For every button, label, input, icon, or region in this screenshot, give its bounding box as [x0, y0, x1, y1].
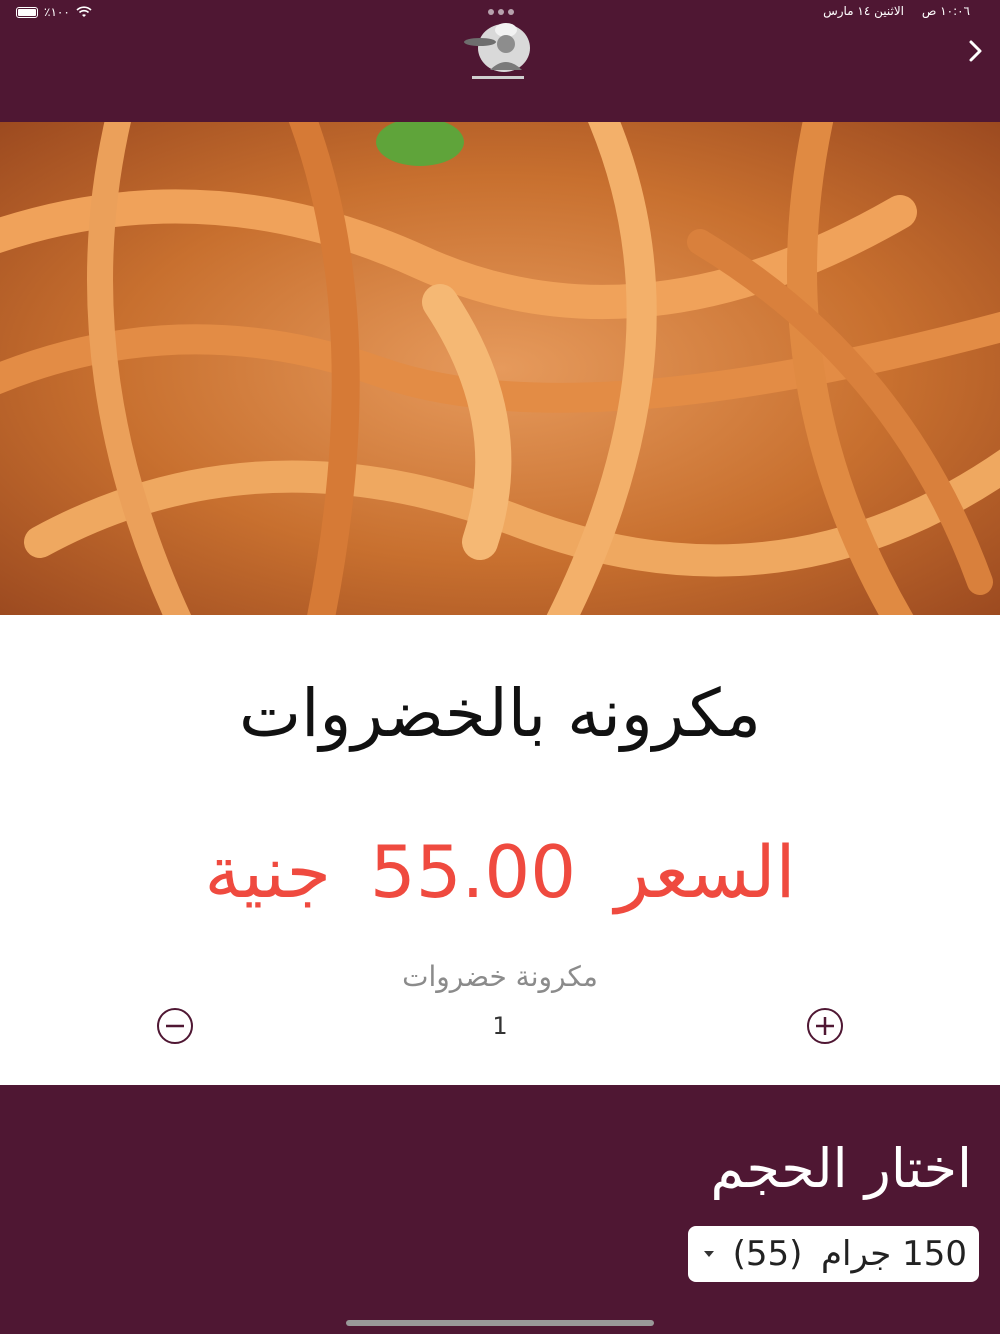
product-description: مكرونة خضروات: [402, 960, 598, 993]
size-panel: اختار الحجم 150 جرام (55): [0, 1085, 1000, 1334]
top-bar: ١٠:٠٦ ص الاثنين ١٤ مارس ٪١٠٠: [0, 0, 1000, 122]
size-selected-value: 150 جرام: [821, 1234, 967, 1274]
size-title: اختار الحجم: [710, 1137, 972, 1200]
status-time-value: ١٠:٠٦ ص: [921, 4, 970, 18]
battery-percent: ٪١٠٠: [44, 5, 70, 19]
multitask-dots-icon[interactable]: [488, 9, 514, 15]
chevron-right-icon[interactable]: [964, 38, 986, 64]
product-name: مكرونه بالخضروات: [238, 675, 761, 752]
price-currency: جنية: [204, 830, 331, 914]
quantity-value: 1: [492, 1012, 508, 1040]
increase-quantity-button[interactable]: [806, 1007, 844, 1045]
battery-icon: [16, 6, 38, 18]
price-value: 55.00: [369, 830, 577, 914]
size-dropdown[interactable]: 150 جرام (55): [688, 1226, 979, 1282]
chef-logo-icon: [464, 23, 530, 79]
status-battery-group: ٪١٠٠: [16, 5, 92, 19]
decrease-quantity-button[interactable]: [156, 1007, 194, 1045]
price-line: السعر 55.00 جنية: [0, 830, 1000, 914]
caret-down-icon: [704, 1251, 715, 1257]
home-indicator[interactable]: [346, 1320, 654, 1326]
wifi-icon: [76, 6, 92, 17]
pasta-image: [0, 122, 1000, 615]
product-image: [0, 122, 1000, 615]
price-label: السعر: [614, 830, 796, 914]
size-selected-price: (55): [732, 1234, 803, 1274]
status-time: ١٠:٠٦ ص الاثنين ١٤ مارس: [823, 4, 970, 18]
status-date: الاثنين ١٤ مارس: [823, 4, 905, 18]
